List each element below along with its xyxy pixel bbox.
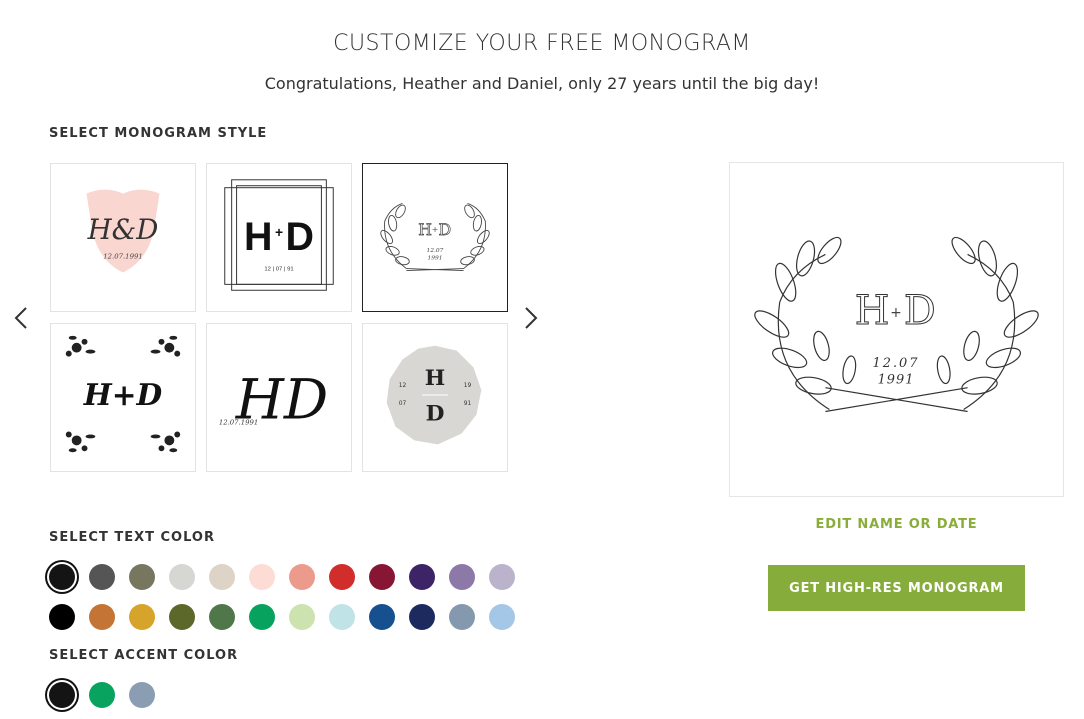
svg-text:+: +	[275, 225, 283, 240]
text-color-swatch[interactable]	[49, 604, 75, 630]
svg-text:91: 91	[464, 401, 472, 407]
text-color-swatch[interactable]	[249, 564, 275, 590]
text-color-swatch[interactable]	[129, 604, 155, 630]
script-monogram: HD 12.07.1991	[219, 369, 328, 433]
text-color-swatch[interactable]	[169, 604, 195, 630]
edit-name-or-date-link[interactable]: EDIT NAME OR DATE	[729, 517, 1064, 532]
svg-text:H: H	[244, 215, 272, 259]
monogram-style-tile[interactable]: HD 12.07.1991	[206, 323, 352, 472]
text-color-swatch[interactable]	[409, 604, 435, 630]
text-color-swatch[interactable]	[369, 604, 395, 630]
chevron-right-icon[interactable]	[518, 304, 542, 332]
monogram-style-tile[interactable]: H+D	[50, 323, 196, 472]
text-color-swatch[interactable]	[249, 604, 275, 630]
svg-text:19: 19	[464, 383, 472, 389]
monogram-style-tile[interactable]: H D 12 07 19 91	[362, 323, 508, 472]
text-color-swatch[interactable]	[209, 564, 235, 590]
text-color-swatch[interactable]	[89, 604, 115, 630]
accent-color-swatch[interactable]	[49, 682, 75, 708]
pink-shield-monogram: H&D 12.07.1991	[86, 189, 160, 273]
page-subtitle: Congratulations, Heather and Daniel, onl…	[264, 74, 820, 93]
svg-text:+: +	[890, 305, 902, 321]
text-color-swatch[interactable]	[489, 564, 515, 590]
svg-text:H: H	[418, 220, 432, 239]
chevron-left-icon[interactable]	[10, 304, 34, 332]
svg-text:12.07: 12.07	[427, 248, 444, 254]
svg-text:1991: 1991	[878, 373, 915, 388]
grey-badge-monogram: H D 12 07 19 91	[386, 345, 482, 445]
svg-text:12.07: 12.07	[873, 356, 920, 371]
text-color-swatch[interactable]	[209, 604, 235, 630]
svg-text:H: H	[425, 366, 446, 391]
text-color-swatch[interactable]	[369, 564, 395, 590]
svg-text:07: 07	[399, 401, 407, 407]
monogram-style-tile[interactable]: H + D 12 | 07 | 91	[206, 163, 352, 312]
laurel-wreath-preview: H + D 12.07 1991	[754, 236, 1039, 413]
monogram-style-tile[interactable]: H&D 12.07.1991	[50, 163, 196, 312]
svg-text:12.07.1991: 12.07.1991	[103, 253, 142, 261]
monogram-style-tile[interactable]: H + D 12.07 1991	[362, 163, 508, 312]
svg-text:1991: 1991	[427, 256, 442, 262]
svg-text:H+D: H+D	[83, 377, 163, 412]
svg-text:12.07.1991: 12.07.1991	[219, 419, 258, 427]
svg-text:12: 12	[399, 383, 407, 389]
laurel-wreath-monogram: H + D 12.07 1991	[380, 203, 490, 271]
text-color-label: SELECT TEXT COLOR	[49, 530, 215, 545]
text-color-swatch[interactable]	[489, 604, 515, 630]
svg-text:+: +	[432, 225, 439, 234]
accent-color-swatches	[49, 682, 155, 708]
text-color-swatch[interactable]	[89, 564, 115, 590]
monogram-style-label: SELECT MONOGRAM STYLE	[49, 126, 268, 141]
block-square-monogram: H + D 12 | 07 | 91	[224, 179, 334, 291]
monogram-preview: H + D 12.07 1991	[729, 162, 1064, 497]
svg-text:D: D	[904, 288, 936, 334]
text-color-swatch[interactable]	[169, 564, 195, 590]
text-color-swatches-row-1	[49, 564, 515, 590]
svg-text:D: D	[285, 215, 313, 259]
page-title: CUSTOMIZE YOUR FREE MONOGRAM	[333, 31, 751, 56]
text-color-swatch[interactable]	[289, 604, 315, 630]
svg-text:D: D	[426, 402, 445, 427]
text-color-swatches-row-2	[49, 604, 515, 630]
text-color-swatch[interactable]	[409, 564, 435, 590]
svg-text:H&D: H&D	[87, 213, 159, 246]
accent-color-label: SELECT ACCENT COLOR	[49, 648, 239, 663]
text-color-swatch[interactable]	[49, 564, 75, 590]
svg-text:H: H	[855, 288, 890, 334]
text-color-swatch[interactable]	[329, 564, 355, 590]
get-high-res-monogram-button[interactable]: GET HIGH-RES MONOGRAM	[768, 565, 1025, 611]
accent-color-swatch[interactable]	[129, 682, 155, 708]
text-color-swatch[interactable]	[449, 604, 475, 630]
svg-text:D: D	[439, 220, 452, 239]
floral-corners-monogram: H+D	[65, 335, 181, 453]
text-color-swatch[interactable]	[129, 564, 155, 590]
text-color-swatch[interactable]	[289, 564, 315, 590]
svg-text:12 | 07 | 91: 12 | 07 | 91	[264, 267, 293, 273]
text-color-swatch[interactable]	[449, 564, 475, 590]
text-color-swatch[interactable]	[329, 604, 355, 630]
accent-color-swatch[interactable]	[89, 682, 115, 708]
